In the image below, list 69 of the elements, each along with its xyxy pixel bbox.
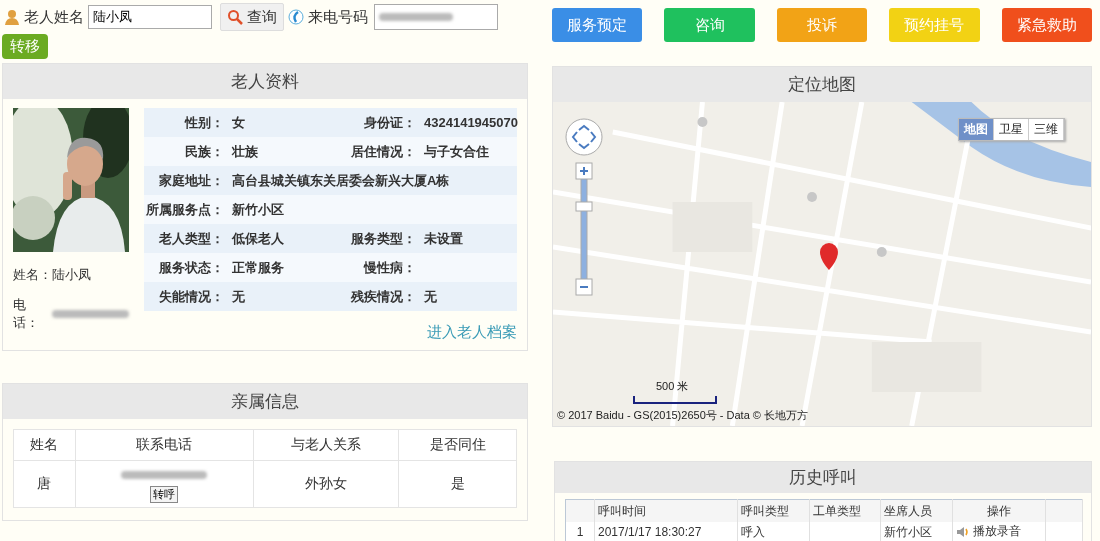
call-button[interactable]: 转呼: [150, 485, 179, 503]
column-header: 呼叫时间: [594, 499, 738, 522]
table-cell: 呼入: [737, 522, 810, 541]
table-cell: 2017/1/17 18:30:27: [594, 522, 738, 541]
copyright-text: © 2017 Baidu - GS(2015)2650号 - Data © 长地万方: [557, 408, 808, 423]
table-cell: 外孙女: [253, 460, 399, 508]
field-value: 新竹小区: [232, 200, 285, 219]
name-label: 老人姓名: [24, 7, 84, 27]
column-header: 呼叫类型: [737, 499, 810, 522]
field-label: 老人类型：: [158, 229, 225, 248]
panel-title: 亲属信息: [3, 384, 527, 419]
name-field[interactable]: 陆小凤: [88, 5, 212, 29]
scale-label: 500 米: [656, 379, 689, 394]
person-icon: [4, 9, 20, 25]
play-recording-link[interactable]: 播放录音: [972, 523, 1021, 541]
column-header: 姓名: [13, 429, 76, 461]
query-button[interactable]: 查询: [220, 3, 284, 31]
phone-label: 电话：: [13, 296, 40, 332]
field-label: 身份证：: [363, 113, 417, 132]
action-button[interactable]: 投诉: [776, 8, 868, 42]
field-value: 低保老人: [232, 229, 285, 248]
field-value: 4324141945070: [424, 115, 518, 130]
column-header: 工单类型: [809, 499, 881, 522]
field-value: 未设置: [424, 229, 464, 248]
field-label: 所属服务点：: [145, 200, 225, 219]
map-type-tab[interactable]: 地图: [959, 119, 994, 140]
column-header: 与老人关系: [253, 429, 399, 461]
field-label: 民族：: [184, 142, 225, 161]
phone-label: 来电号码: [308, 7, 368, 27]
phone-icon: [288, 9, 304, 25]
field-label: 服务状态：: [158, 258, 225, 277]
field-value: 无: [424, 287, 438, 306]
search-icon: [227, 9, 243, 25]
row-number: 1: [565, 522, 595, 541]
field-value: 高台县城关镇东关居委会新兴大厦A栋: [232, 171, 451, 190]
action-button[interactable]: 服务预定: [552, 8, 643, 42]
name-text: 姓名：陆小凤: [13, 266, 92, 284]
field-value: 无: [232, 287, 246, 306]
pan-control-icon[interactable]: [565, 118, 603, 156]
action-button[interactable]: 紧急救助: [1001, 8, 1093, 42]
column-header: 操作: [952, 499, 1046, 522]
field-label: 性别：: [183, 113, 225, 132]
field-label: 服务类型：: [350, 229, 417, 248]
column-header: 联系电话: [75, 429, 253, 461]
panel-title: 定位地图: [553, 67, 1091, 102]
table-cell: 新竹小区: [880, 522, 952, 541]
field-value: 正常服务: [232, 258, 285, 277]
map-type-tab[interactable]: 卫星: [994, 119, 1029, 140]
table-cell: 是: [398, 460, 517, 508]
action-button[interactable]: 咨询: [664, 8, 755, 42]
field-label: 家庭地址：: [158, 171, 225, 190]
panel-title: 老人资料: [3, 64, 527, 99]
panel-title: 历史呼叫: [555, 462, 1091, 493]
field-value: 女: [232, 113, 246, 132]
column-header: 是否同住: [398, 429, 517, 461]
field-value: 与子女合住: [424, 142, 490, 161]
field-label: 居住情况：: [350, 142, 417, 161]
archive-link[interactable]: 进入老人档案: [427, 323, 517, 342]
field-label: 失能情况：: [158, 287, 225, 306]
transfer-button[interactable]: 转移: [2, 34, 48, 59]
speaker-icon: [955, 525, 970, 538]
field-label: 慢性病：: [362, 258, 417, 277]
column-header: 坐席人员: [880, 499, 952, 522]
field-value: 壮族: [232, 142, 259, 161]
field-label: 残疾情况：: [350, 287, 417, 306]
zoom-slider-icon[interactable]: [575, 162, 593, 298]
map-type-tab[interactable]: 三维: [1029, 119, 1064, 140]
table-cell: 唐: [13, 460, 76, 508]
phone-field[interactable]: [374, 4, 498, 30]
